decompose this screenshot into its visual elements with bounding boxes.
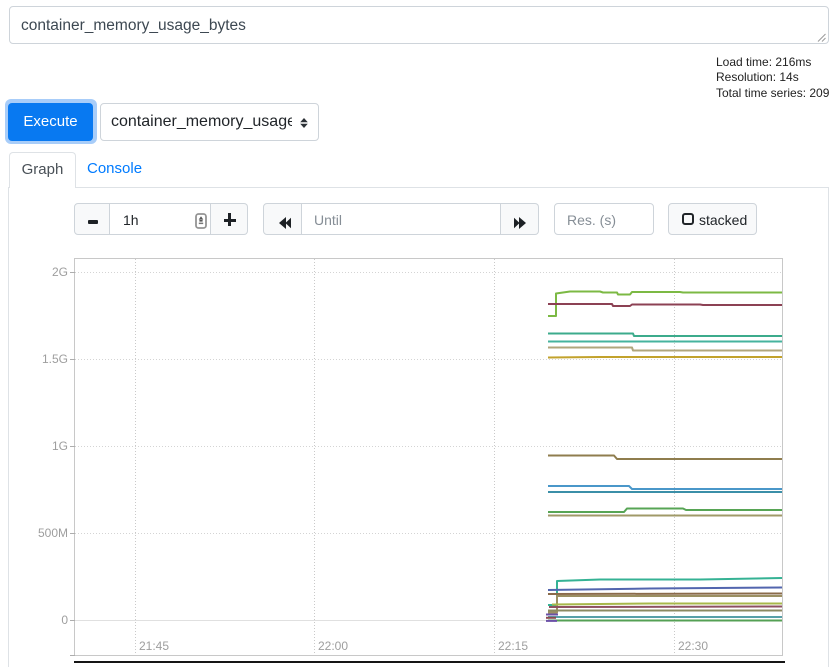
svg-text:22:15: 22:15: [498, 639, 528, 653]
svg-text:500M: 500M: [38, 526, 68, 540]
svg-text:1.5G: 1.5G: [42, 352, 68, 366]
svg-text:0: 0: [61, 613, 68, 627]
svg-text:21:45: 21:45: [139, 639, 169, 653]
svg-text:2G: 2G: [52, 265, 68, 279]
svg-text:1G: 1G: [52, 439, 68, 453]
svg-text:22:00: 22:00: [318, 639, 348, 653]
svg-text:22:30: 22:30: [678, 639, 708, 653]
